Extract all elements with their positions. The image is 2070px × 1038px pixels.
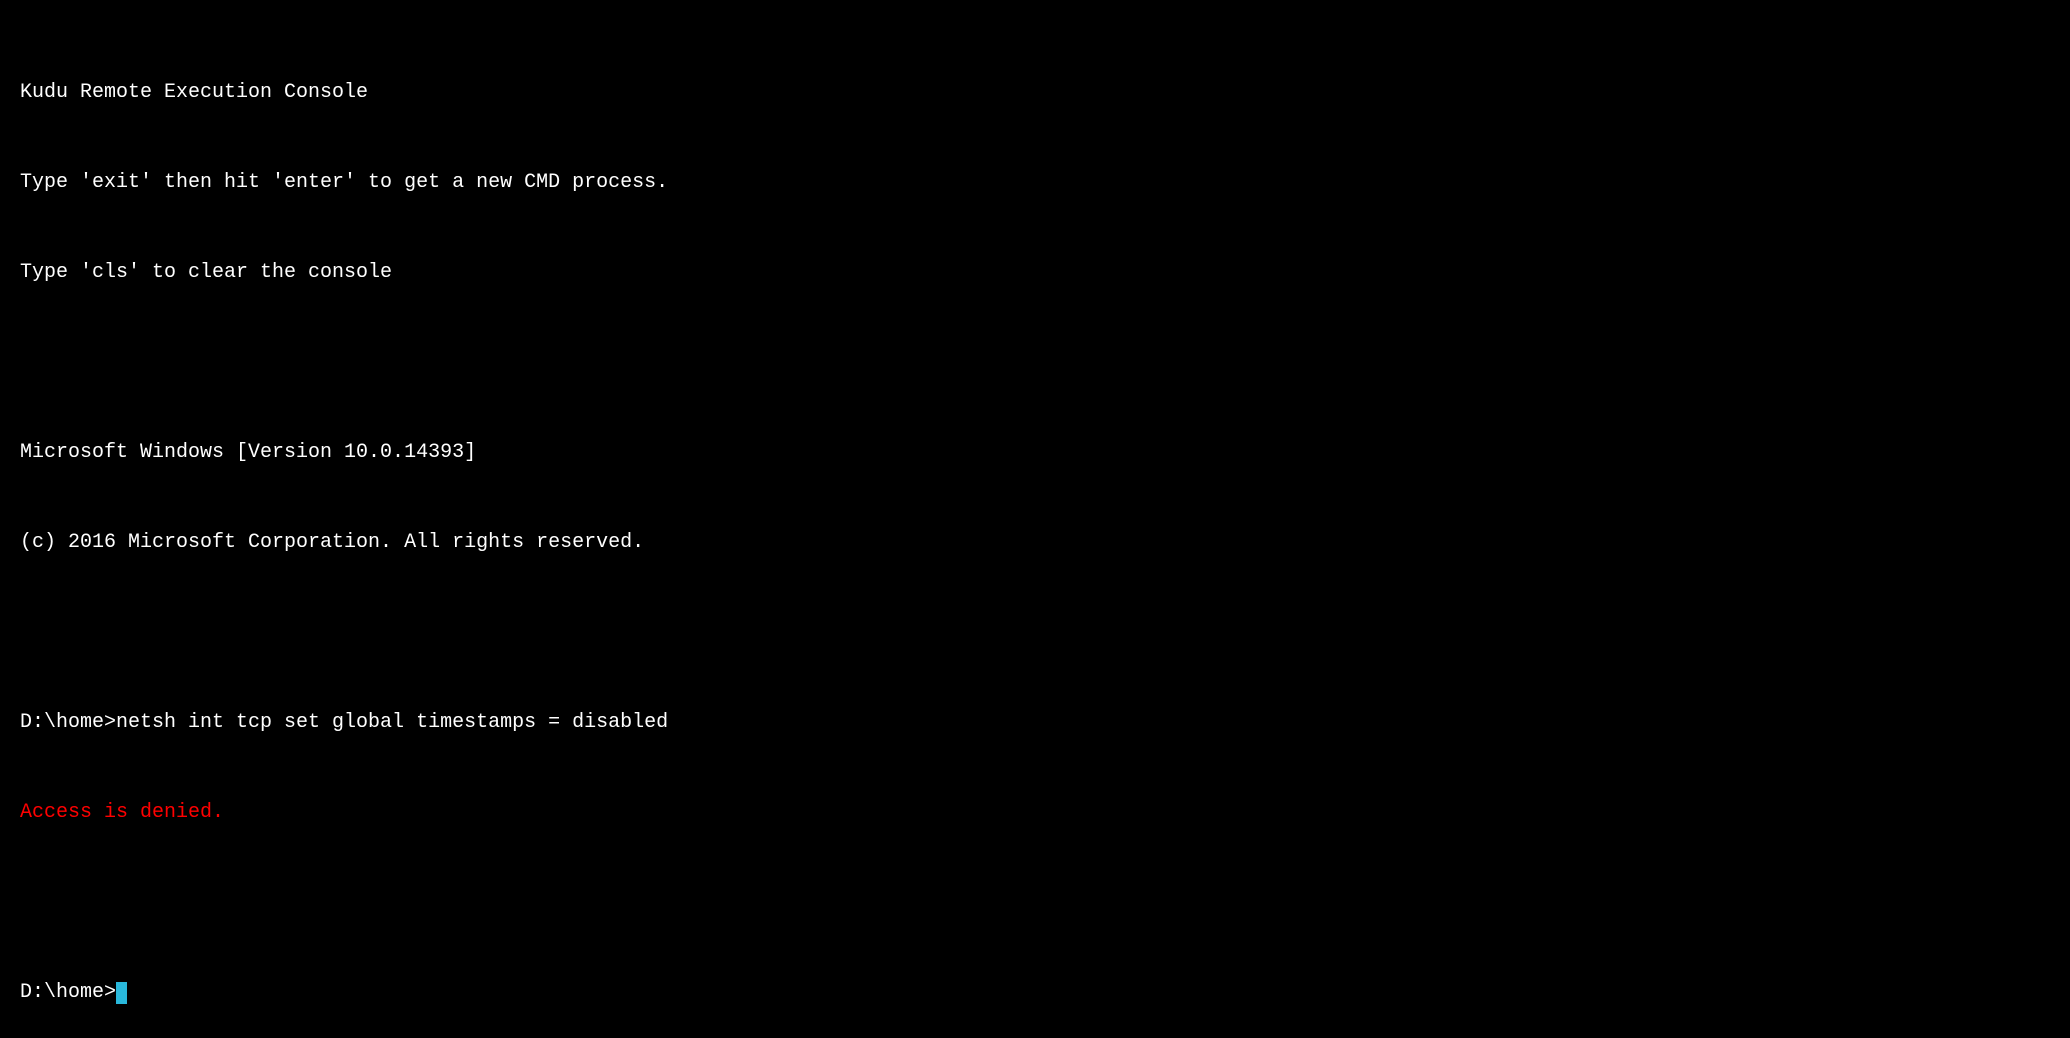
blank-line — [20, 348, 2050, 378]
terminal-console[interactable]: Kudu Remote Execution Console Type 'exit… — [20, 18, 2050, 1038]
error-output: Access is denied. — [20, 798, 2050, 828]
console-title: Kudu Remote Execution Console — [20, 78, 2050, 108]
os-copyright: (c) 2016 Microsoft Corporation. All righ… — [20, 528, 2050, 558]
blank-line — [20, 618, 2050, 648]
blank-line — [20, 888, 2050, 918]
console-hint-cls: Type 'cls' to clear the console — [20, 258, 2050, 288]
prompt-text: D:\home> — [20, 978, 116, 1008]
current-prompt-line[interactable]: D:\home> — [20, 978, 2050, 1008]
prompt-text: D:\home> — [20, 711, 116, 734]
command-history-line: D:\home>netsh int tcp set global timesta… — [20, 708, 2050, 738]
cursor-icon — [116, 982, 127, 1004]
os-version: Microsoft Windows [Version 10.0.14393] — [20, 438, 2050, 468]
console-hint-exit: Type 'exit' then hit 'enter' to get a ne… — [20, 168, 2050, 198]
entered-command: netsh int tcp set global timestamps = di… — [116, 711, 668, 734]
